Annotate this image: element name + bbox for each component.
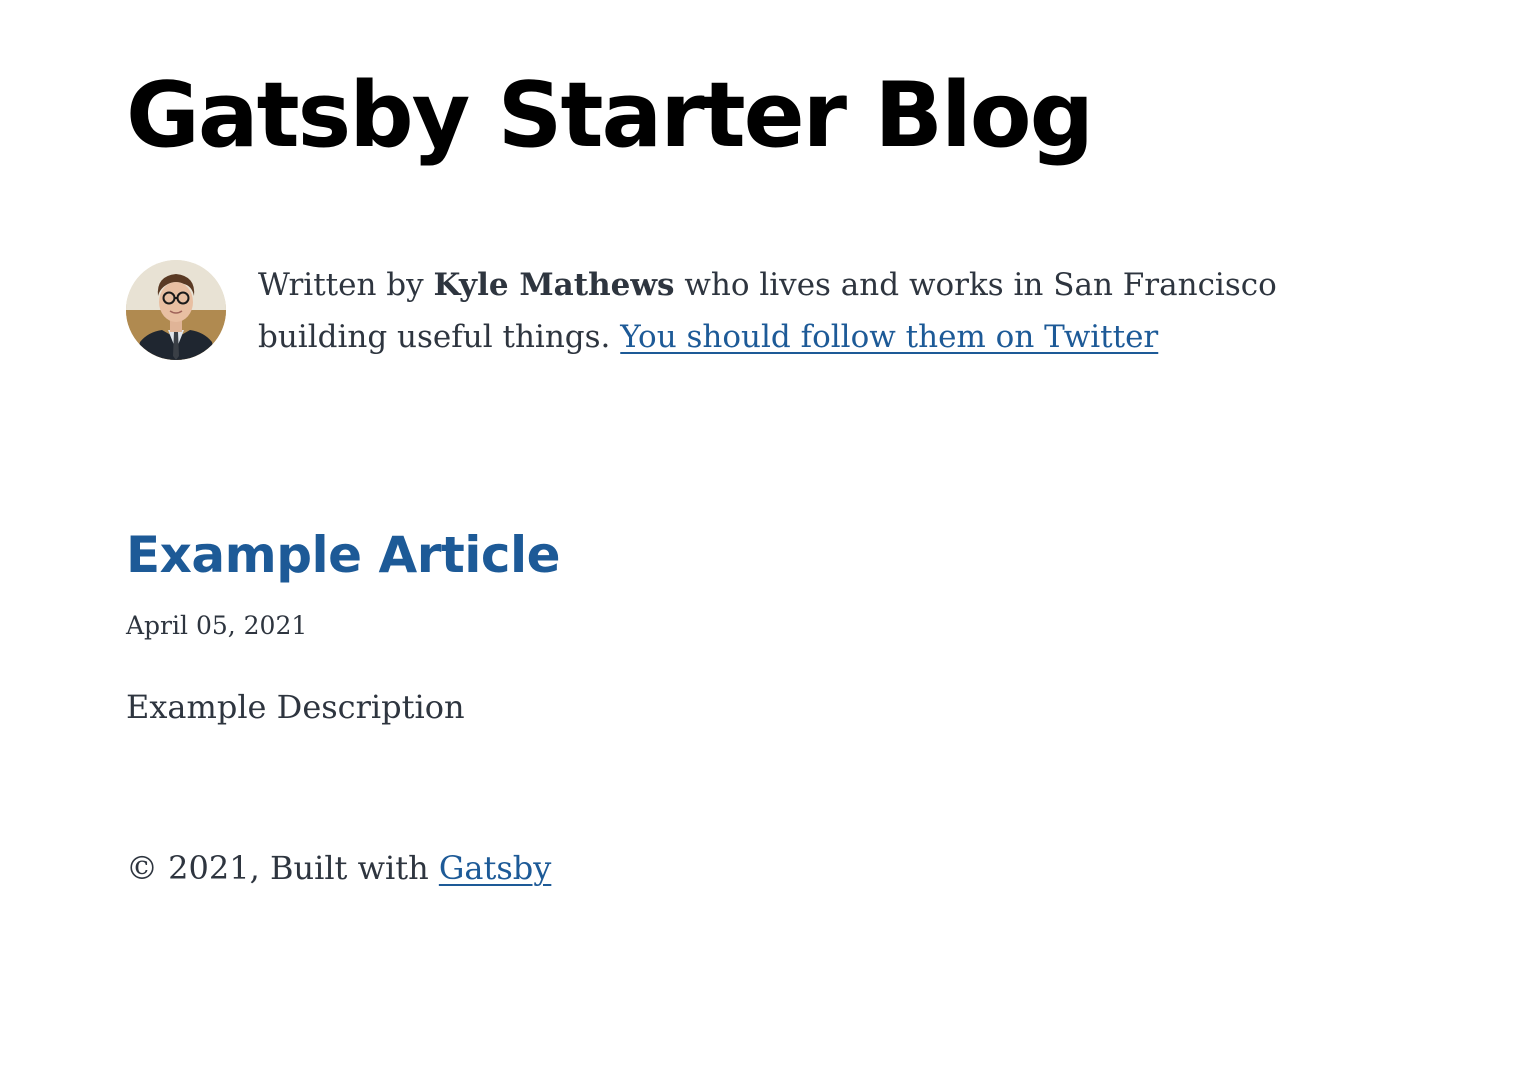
post-date: April 05, 2021 [126,611,308,640]
profile-photo-icon [126,260,226,360]
twitter-link[interactable]: You should follow them on Twitter [620,319,1158,355]
author-name: Kyle Mathews [433,267,675,303]
bio-text: Written by Kyle Mathews who lives and wo… [258,259,1408,363]
footer-text: © 2021, Built with [126,849,439,887]
avatar [126,260,226,360]
gatsby-link[interactable]: Gatsby [439,849,551,887]
bio-prefix: Written by [258,267,434,303]
bio: Written by Kyle Mathews who lives and wo… [126,260,1416,364]
post-description: Example Description [126,688,465,726]
post-title-link[interactable]: Example Article [126,522,561,588]
site-title[interactable]: Gatsby Starter Blog [126,56,1094,176]
footer: © 2021, Built with Gatsby [126,844,551,892]
page: Gatsby Starter Blog Written by Kyle Math… [0,0,1530,1076]
